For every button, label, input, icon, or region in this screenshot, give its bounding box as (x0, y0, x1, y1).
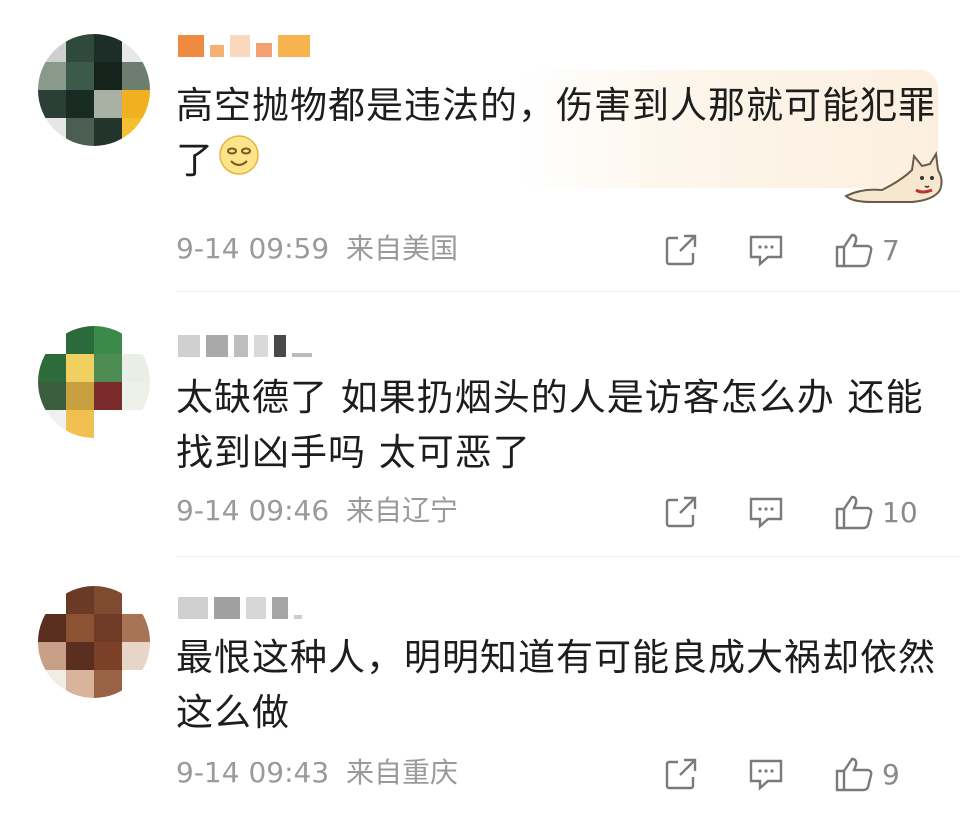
comment-time: 9-14 09:43 (176, 756, 330, 789)
like-button[interactable]: 9 (816, 756, 934, 792)
share-icon (665, 758, 697, 790)
username-redacted[interactable] (178, 594, 302, 622)
comment-item: 最恨这种人，明明知道有可能良成大祸却依然这么做 9-14 09:43 来自重庆 … (0, 0, 960, 828)
thumbs-up-icon (835, 757, 873, 792)
reply-button[interactable] (716, 757, 816, 791)
comment-meta: 9-14 09:43 来自重庆 (176, 756, 458, 790)
comment-icon (749, 759, 783, 791)
avatar[interactable] (38, 586, 150, 698)
comment-text: 最恨这种人，明明知道有可能良成大祸却依然这么做 (176, 636, 936, 734)
like-count: 9 (882, 757, 900, 791)
comment-location: 来自重庆 (346, 756, 459, 789)
share-button[interactable] (646, 757, 716, 791)
comment-actions: 9 (646, 754, 934, 794)
